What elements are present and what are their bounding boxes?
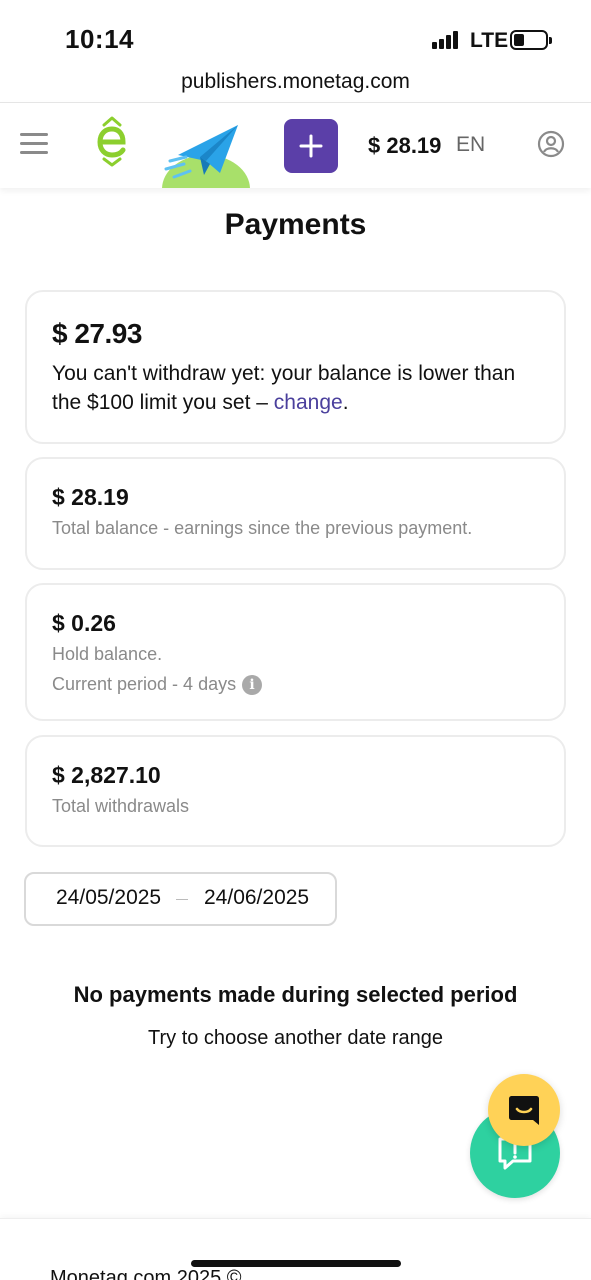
footer-copyright: Monetag.com 2025 © xyxy=(50,1267,242,1280)
change-limit-link[interactable]: change xyxy=(274,391,343,414)
battery-icon xyxy=(510,30,552,50)
signal-icon xyxy=(432,31,462,49)
add-button[interactable] xyxy=(284,119,338,173)
hold-period-text: Current period - 4 days xyxy=(52,674,237,694)
footer: Monetag.com 2025 © xyxy=(0,1218,591,1280)
menu-icon[interactable] xyxy=(20,133,50,155)
hold-period: Current period - 4 days i xyxy=(52,671,539,697)
language-switcher[interactable]: EN xyxy=(456,133,485,157)
warning-end: . xyxy=(342,391,349,414)
hold-balance-amount: $ 0.26 xyxy=(52,610,116,636)
user-icon[interactable] xyxy=(537,130,565,158)
date-range-picker[interactable] xyxy=(24,872,337,926)
status-bar: 10:14 LTE xyxy=(0,0,591,64)
total-balance-amount: $ 28.19 xyxy=(52,484,129,510)
date-separator xyxy=(176,899,188,900)
url-bar[interactable]: publishers.monetag.com xyxy=(0,64,591,102)
hold-balance-description: Hold balance. xyxy=(52,644,163,664)
withdrawals-amount: $ 2,827.10 xyxy=(52,762,161,788)
hold-balance-card: $ 0.26 Hold balance. Current period - 4 … xyxy=(25,583,566,721)
logo-icon[interactable] xyxy=(94,113,130,169)
page-title: Payments xyxy=(224,208,367,241)
info-icon[interactable]: i xyxy=(242,675,263,696)
available-balance-card: $ 27.93 You can't withdraw yet: your bal… xyxy=(25,290,566,444)
network-label: LTE xyxy=(470,29,509,52)
home-indicator[interactable] xyxy=(191,1260,401,1267)
empty-state-subtitle: Try to choose another date range xyxy=(148,1027,443,1049)
total-balance-card: $ 28.19 Total balance - earnings since t… xyxy=(25,457,566,570)
available-amount: $ 27.93 xyxy=(52,318,142,349)
support-button[interactable] xyxy=(488,1074,560,1146)
status-time: 10:14 xyxy=(65,24,134,54)
telegram-promo-icon[interactable] xyxy=(160,117,252,188)
withdraw-warning: You can't withdraw yet: your balance is … xyxy=(52,359,539,417)
total-balance-description: Total balance - earnings since the previ… xyxy=(52,518,473,538)
empty-state-title: No payments made during selected period xyxy=(73,982,518,1007)
withdrawals-card: $ 2,827.10 Total withdrawals xyxy=(25,735,566,847)
header-balance: $ 28.19 xyxy=(368,133,442,158)
date-from-field[interactable] xyxy=(56,886,166,910)
withdrawals-description: Total withdrawals xyxy=(52,796,190,816)
date-to-field[interactable] xyxy=(204,886,314,910)
plus-icon xyxy=(299,134,323,158)
support-chat-icon xyxy=(509,1096,539,1125)
app-header: $ 28.19 EN xyxy=(0,102,591,188)
